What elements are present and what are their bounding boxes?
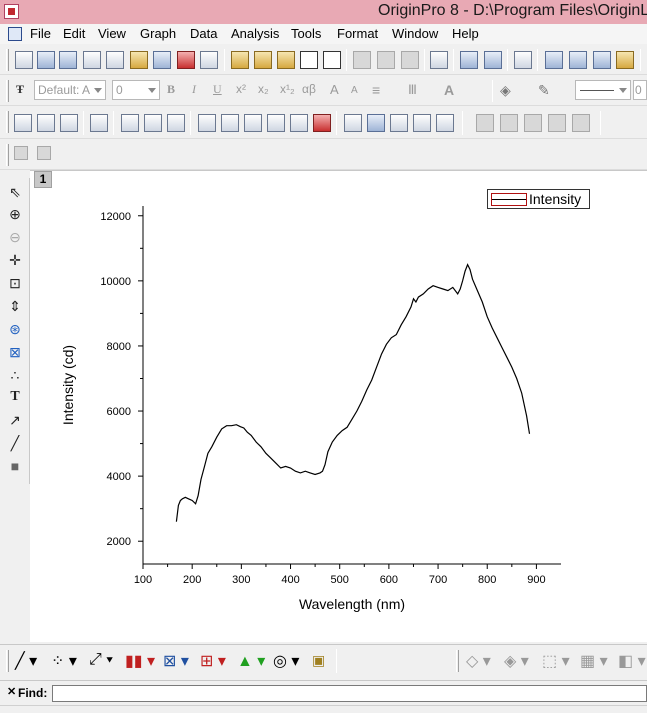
x-tick-label: 500 xyxy=(331,574,349,586)
toolbar-grip[interactable] xyxy=(456,650,459,672)
multi-curve-icon[interactable]: ⊠ ▾ xyxy=(163,651,189,671)
y-axis-title: Intensity (cd) xyxy=(60,345,76,425)
3d-surface-icon[interactable]: ◇ ▾ xyxy=(466,651,491,671)
ticks-group xyxy=(138,215,537,569)
statistics-plot-icon[interactable]: ⊞ ▾ xyxy=(200,651,226,671)
find-label: Find: xyxy=(18,686,48,700)
graph-plot: 100 200 300 400 500 600 700 800 900 2000 4000 6000 8… xyxy=(60,206,561,612)
3d-wireframe-icon[interactable]: ▦ ▾ xyxy=(580,651,608,671)
polar-plot-icon[interactable]: ◎ ▾ xyxy=(273,651,299,671)
3d-bar-icon[interactable]: ◈ ▾ xyxy=(504,651,529,671)
y-tick-label: 2000 xyxy=(107,536,131,548)
area-plot-icon[interactable]: ▲ ▾ xyxy=(237,651,265,671)
3d-scatter-icon[interactable]: ⬚ ▾ xyxy=(542,651,570,671)
legend-swatch xyxy=(491,193,527,206)
intensity-series-line xyxy=(175,263,531,522)
y-tick-label: 4000 xyxy=(107,471,131,483)
x-tick-label: 400 xyxy=(281,574,299,586)
x-tick-label: 700 xyxy=(429,574,447,586)
status-bar xyxy=(0,705,647,713)
tick-labels-group: 100 200 300 400 500 600 700 800 900 2000 4000 6000 8… xyxy=(100,211,545,586)
scatter-plot-icon[interactable]: ⁘ ▾ xyxy=(51,651,77,671)
x-tick-label: 200 xyxy=(183,574,201,586)
legend-label: Intensity xyxy=(529,191,582,207)
2d-graphs-toolbar: ╱ ▾ ⁘ ▾ ⤢ ▾ ▮▮ ▾ ⊠ ▾ ⊞ ▾ ▲ ▾ ◎ ▾ ▣ ◇ ▾ ◈… xyxy=(0,644,647,678)
x-tick-label: 300 xyxy=(232,574,250,586)
line-plot-icon[interactable]: ╱ ▾ xyxy=(15,651,37,671)
x-tick-label: 800 xyxy=(478,574,496,586)
x-axis-title: Wavelength (nm) xyxy=(299,596,405,612)
find-bar: ✕ Find: xyxy=(0,680,647,713)
y-tick-label: 8000 xyxy=(107,341,131,353)
template-library-icon[interactable]: ▣ xyxy=(312,652,325,669)
column-plot-icon[interactable]: ▮▮ ▾ xyxy=(125,651,155,671)
y-tick-label: 6000 xyxy=(107,406,131,418)
line-symbol-plot-icon[interactable]: ⤢ ▾ xyxy=(89,651,113,669)
y-tick-label: 10000 xyxy=(100,276,131,288)
find-input[interactable] xyxy=(52,685,647,702)
x-tick-label: 900 xyxy=(527,574,545,586)
axes-group xyxy=(142,206,561,565)
legend-box[interactable]: Intensity xyxy=(487,189,590,209)
close-icon[interactable]: ✕ xyxy=(7,685,16,698)
x-tick-label: 600 xyxy=(380,574,398,586)
3d-contour-icon[interactable]: ◧ ▾ xyxy=(618,651,646,671)
x-tick-label: 100 xyxy=(134,574,152,586)
toolbar-grip[interactable] xyxy=(6,650,9,672)
y-tick-label: 12000 xyxy=(100,211,131,223)
